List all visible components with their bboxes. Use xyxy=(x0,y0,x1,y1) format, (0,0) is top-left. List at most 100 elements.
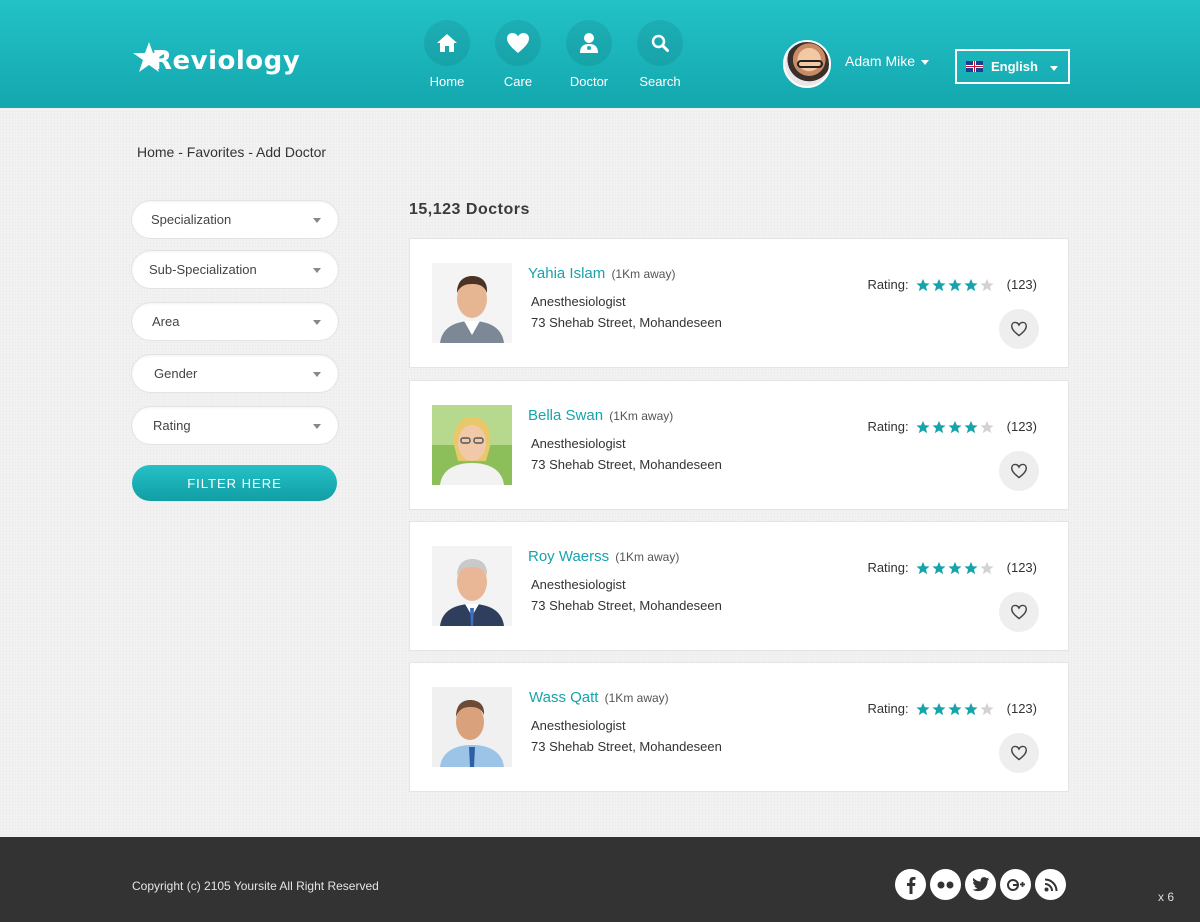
doctor-address: 73 Shehab Street, Mohandeseen xyxy=(531,457,722,472)
twitter-link[interactable] xyxy=(965,869,996,900)
nav-home[interactable]: Home xyxy=(412,20,482,89)
doctor-portrait-icon xyxy=(432,687,512,767)
chevron-down-icon xyxy=(313,320,321,325)
chevron-down-icon xyxy=(921,59,930,65)
doctor-rating: Rating: (123) xyxy=(867,701,1037,716)
heart-outline-icon xyxy=(1010,604,1028,620)
main-nav: Home Care Doctor Search xyxy=(412,20,696,89)
heart-outline-icon xyxy=(1010,745,1028,761)
doctor-address: 73 Shehab Street, Mohandeseen xyxy=(531,739,722,754)
review-count: (123) xyxy=(1006,701,1037,716)
chevron-down-icon xyxy=(313,268,321,273)
doctor-specialty: Anesthesiologist xyxy=(531,436,626,451)
doctor-card: Bella Swan (1Km away) Anesthesiologist 7… xyxy=(409,380,1069,510)
chevron-down-icon xyxy=(313,372,321,377)
filter-button[interactable]: FILTER HERE xyxy=(132,465,337,501)
google-plus-link[interactable] xyxy=(1000,869,1031,900)
rss-icon xyxy=(1044,878,1057,891)
nav-search[interactable]: Search xyxy=(625,20,695,89)
heart-icon xyxy=(507,33,529,53)
favorite-button[interactable] xyxy=(999,592,1039,632)
doctor-card: Yahia Islam (1Km away) Anesthesiologist … xyxy=(409,238,1069,368)
filter-label: Specialization xyxy=(151,212,232,227)
favorite-button[interactable] xyxy=(999,733,1039,773)
doctor-name: Yahia Islam xyxy=(528,265,606,282)
nav-care-circle xyxy=(495,20,541,66)
doctor-portrait-icon xyxy=(432,263,512,343)
star-filled-icon xyxy=(964,702,978,715)
uk-flag-icon xyxy=(966,61,983,72)
favorite-button[interactable] xyxy=(999,451,1039,491)
breadcrumb: Home - Favorites - Add Doctor xyxy=(137,144,327,160)
flickr-icon xyxy=(937,881,953,888)
filter-label: Sub-Specialization xyxy=(149,262,257,277)
star-filled-icon xyxy=(916,278,930,291)
footer: Copyright (c) 2105 Yoursite All Right Re… xyxy=(0,837,1200,922)
doctor-name: Wass Qatt xyxy=(529,689,599,706)
star-filled-icon xyxy=(916,420,930,433)
doctor-card: Roy Waerss (1Km away) Anesthesiologist 7… xyxy=(409,521,1069,651)
nav-doctor-circle xyxy=(566,20,612,66)
nav-doctor-label: Doctor xyxy=(569,74,609,89)
star-rating xyxy=(915,702,995,716)
corner-text: x 6 xyxy=(1157,890,1174,904)
star-filled-icon xyxy=(948,278,962,291)
nav-home-label: Home xyxy=(429,74,465,89)
header: Reviology Home Care Doctor Search Adam M… xyxy=(0,0,1200,108)
heart-outline-icon xyxy=(1010,463,1028,479)
language-select[interactable]: English xyxy=(955,49,1070,84)
star-rating xyxy=(915,561,995,575)
copyright: Copyright (c) 2105 Yoursite All Right Re… xyxy=(132,879,379,893)
filter-label: Gender xyxy=(154,366,198,381)
doctor-photo xyxy=(432,405,512,485)
chevron-down-icon xyxy=(313,424,321,429)
doctor-photo xyxy=(432,263,512,343)
star-filled-icon xyxy=(916,702,930,715)
star-filled-icon xyxy=(932,702,946,715)
nav-care[interactable]: Care xyxy=(483,20,553,89)
filter-rating[interactable]: Rating xyxy=(132,407,338,444)
filter-specialization[interactable]: Specialization xyxy=(132,201,338,238)
facebook-icon xyxy=(906,876,915,894)
flickr-link[interactable] xyxy=(930,869,961,900)
doctor-rating: Rating: (123) xyxy=(867,560,1037,575)
filter-gender[interactable]: Gender xyxy=(132,355,338,392)
user-menu[interactable]: Adam Mike xyxy=(783,40,930,88)
doctor-specialty: Anesthesiologist xyxy=(531,294,626,309)
google-plus-icon xyxy=(1006,878,1025,891)
doctor-card: Wass Qatt (1Km away) Anesthesiologist 73… xyxy=(409,662,1069,792)
home-icon xyxy=(437,34,457,52)
social-links xyxy=(895,869,1070,900)
nav-doctor[interactable]: Doctor xyxy=(554,20,624,89)
star-filled-icon xyxy=(932,420,946,433)
review-count: (123) xyxy=(1006,277,1037,292)
star-filled-icon xyxy=(948,420,962,433)
facebook-link[interactable] xyxy=(895,869,926,900)
rss-link[interactable] xyxy=(1035,869,1066,900)
rating-label: Rating: xyxy=(867,419,909,434)
star-filled-icon xyxy=(964,561,978,574)
star-filled-icon xyxy=(964,420,978,433)
logo[interactable]: Reviology xyxy=(132,38,300,78)
heart-outline-icon xyxy=(1010,321,1028,337)
doctor-name-link[interactable]: Roy Waerss (1Km away) xyxy=(528,548,679,565)
star-rating xyxy=(915,420,995,434)
filter-area[interactable]: Area xyxy=(132,303,338,340)
favorite-button[interactable] xyxy=(999,309,1039,349)
results-count: 15,123 Doctors xyxy=(409,201,530,218)
doctor-distance: (1Km away) xyxy=(609,409,674,423)
doctor-rating: Rating: (123) xyxy=(867,419,1037,434)
filter-sub-specialization[interactable]: Sub-Specialization xyxy=(132,251,338,288)
doctor-name: Roy Waerss xyxy=(528,548,610,565)
doctor-name-link[interactable]: Yahia Islam (1Km away) xyxy=(528,265,675,282)
star-empty-icon xyxy=(980,702,994,715)
filter-label: Area xyxy=(152,314,180,329)
logo-text: Reviology xyxy=(152,46,301,76)
nav-care-label: Care xyxy=(503,74,533,89)
chevron-down-icon xyxy=(313,218,321,223)
star-filled-icon xyxy=(916,561,930,574)
doctor-name-link[interactable]: Bella Swan (1Km away) xyxy=(528,407,673,424)
doctor-name-link[interactable]: Wass Qatt (1Km away) xyxy=(529,689,669,706)
star-filled-icon xyxy=(932,278,946,291)
star-empty-icon xyxy=(980,278,994,291)
